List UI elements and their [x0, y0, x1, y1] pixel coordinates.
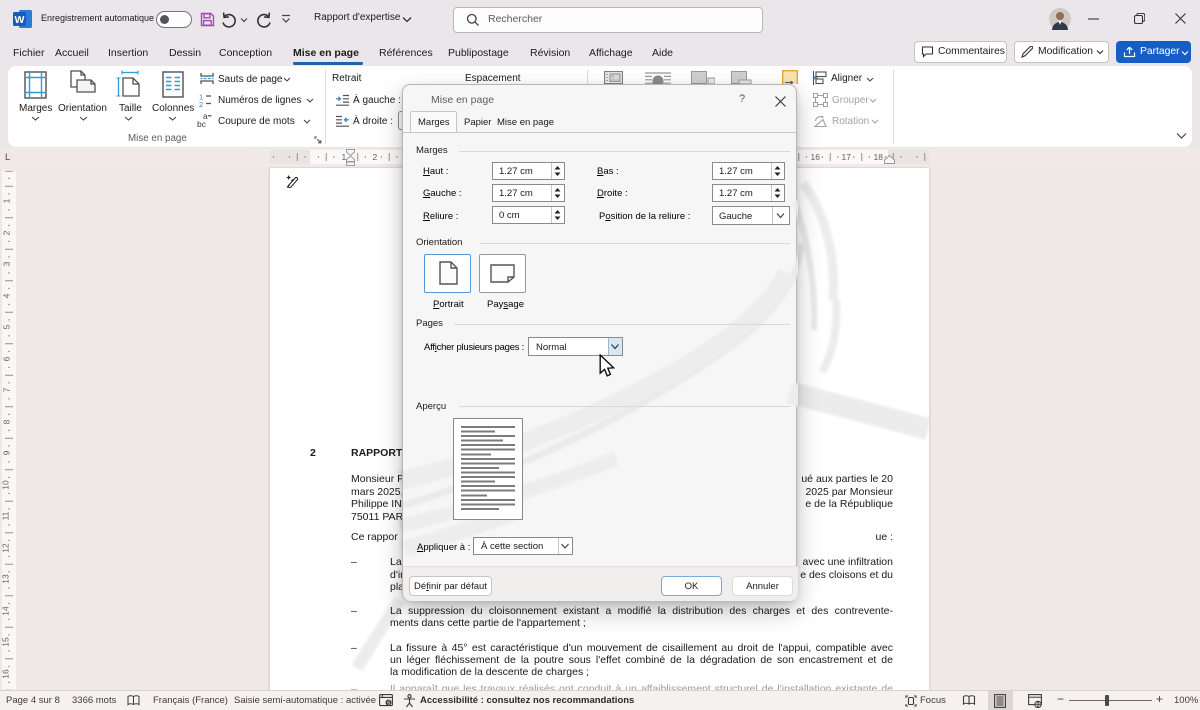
svg-text:6: 6 — [387, 701, 390, 707]
svg-text:2: 2 — [199, 100, 203, 107]
svg-text:W: W — [15, 14, 25, 26]
svg-text:bc: bc — [197, 119, 207, 129]
